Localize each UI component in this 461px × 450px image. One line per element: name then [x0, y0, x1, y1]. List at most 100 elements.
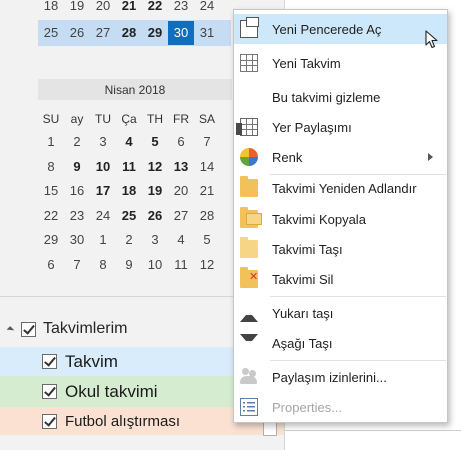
menu-item-move-calendar[interactable]: Takvimi Taşı	[234, 234, 447, 264]
menu-item-open-in-new-window[interactable]: Yeni Pencerede Aç	[234, 14, 447, 44]
scrollbar-thumb[interactable]	[263, 422, 277, 436]
day-cell[interactable]: 3	[142, 228, 168, 253]
day-cell[interactable]: 2	[116, 228, 142, 253]
menu-item-overlay[interactable]: Yer Paylaşımı	[234, 112, 447, 142]
day-cell[interactable]: 7	[64, 253, 90, 278]
day-cell[interactable]: 3	[90, 130, 116, 155]
properties-icon	[240, 398, 258, 416]
menu-item-label: Aşağı Taşı	[272, 335, 333, 351]
day-cell[interactable]: 28	[194, 204, 220, 229]
day-cell[interactable]: 22	[142, 0, 168, 18]
menu-separator	[270, 360, 446, 361]
menu-item-hide-calendar[interactable]: Bu takvimi gizleme	[234, 82, 447, 112]
today-cell[interactable]: 30	[168, 21, 194, 45]
day-cell[interactable]: 4	[116, 130, 142, 155]
day-cell[interactable]: 21	[194, 179, 220, 204]
day-cell[interactable]: 27	[90, 21, 116, 45]
day-cell[interactable]: 18	[38, 0, 64, 18]
day-cell[interactable]: 25	[38, 21, 64, 45]
menu-item-label: Takvimi Taşı	[272, 241, 343, 257]
mouse-cursor-icon	[425, 30, 438, 49]
day-cell[interactable]: 30	[64, 228, 90, 253]
day-cell[interactable]: 21	[116, 0, 142, 18]
day-cell[interactable]: 14	[194, 155, 220, 180]
day-cell[interactable]: 6	[38, 253, 64, 278]
day-cell[interactable]: 1	[90, 228, 116, 253]
day-cell[interactable]: 31	[194, 21, 220, 45]
day-cell[interactable]: 1	[38, 130, 64, 155]
day-cell[interactable]: 24	[90, 204, 116, 229]
day-cell[interactable]: 8	[90, 253, 116, 278]
day-cell[interactable]: 24	[194, 0, 220, 18]
day-cell[interactable]: 8	[38, 155, 64, 180]
menu-item-color[interactable]: Renk	[234, 142, 447, 172]
month-title[interactable]: Nisan 2018	[38, 83, 232, 97]
day-cell[interactable]: 16	[64, 179, 90, 204]
day-cell[interactable]: 28	[116, 21, 142, 45]
menu-item-rename-calendar[interactable]: Takvimi Yeniden Adlandır	[234, 173, 447, 203]
mini-calendar-april: 1 2 3 4 5 6 7 8 9 10 11 12 13 14 15 16 17 18 19 20 21 22 23 24 2…	[38, 130, 220, 277]
menu-item-move-up[interactable]: Yukarı taşı	[234, 298, 447, 328]
day-cell[interactable]: 20	[168, 179, 194, 204]
menu-item-label: Yeni Takvim	[272, 55, 341, 71]
day-cell[interactable]: 23	[64, 204, 90, 229]
day-cell[interactable]: 7	[194, 130, 220, 155]
weekday-label: FR	[173, 112, 189, 126]
day-cell[interactable]: 23	[168, 0, 194, 18]
sharing-permissions-icon	[240, 368, 258, 386]
day-cell[interactable]: 18	[116, 179, 142, 204]
menu-item-label: Properties...	[272, 399, 343, 415]
view-divider	[285, 430, 461, 431]
day-cell[interactable]: 19	[64, 0, 90, 18]
day-cell[interactable]: 4	[168, 228, 194, 253]
day-cell[interactable]: 29	[142, 21, 168, 45]
day-cell[interactable]: 22	[38, 204, 64, 229]
day-cell[interactable]: 10	[90, 155, 116, 180]
day-cell[interactable]: 12	[194, 253, 220, 278]
day-cell[interactable]: 5	[194, 228, 220, 253]
day-cell[interactable]: 19	[142, 179, 168, 204]
day-cell[interactable]: 27	[168, 204, 194, 229]
day-cell[interactable]: 10	[142, 253, 168, 278]
move-folder-icon	[240, 237, 258, 258]
day-cell[interactable]: 17	[90, 179, 116, 204]
overlay-icon	[236, 118, 258, 136]
day-cell[interactable]: 11	[116, 155, 142, 180]
calendar-checkbox[interactable]	[42, 354, 57, 369]
day-cell[interactable]: 29	[38, 228, 64, 253]
day-cell[interactable]: 25	[116, 204, 142, 229]
calendar-group-header[interactable]: Takvimlerim	[6, 318, 127, 340]
day-cell[interactable]: 26	[64, 21, 90, 45]
day-cell[interactable]: 20	[90, 0, 116, 18]
menu-item-new-calendar[interactable]: Yeni Takvim	[234, 48, 447, 78]
calendar-checkbox[interactable]	[42, 384, 57, 399]
day-cell[interactable]: 13	[168, 155, 194, 180]
menu-item-move-down[interactable]: Aşağı Taşı	[234, 328, 447, 358]
collapse-caret-icon[interactable]	[6, 326, 15, 334]
delete-folder-icon	[240, 267, 258, 288]
day-cell[interactable]: 15	[38, 179, 64, 204]
menu-item-copy-calendar[interactable]: Takvimi Kopyala	[234, 204, 447, 234]
day-cell[interactable]: 9	[64, 155, 90, 180]
menu-item-delete-calendar[interactable]: Takvimi Sil	[234, 264, 447, 294]
menu-item-label: Renk	[272, 149, 303, 165]
day-cell[interactable]: 6	[168, 130, 194, 155]
group-checkbox[interactable]	[21, 321, 36, 337]
weekday-label: Ça	[121, 112, 137, 126]
calendar-item-label: Takvim	[65, 351, 118, 371]
day-cell[interactable]: 9	[116, 253, 142, 278]
mini-calendar-prev-week: 18 19 20 21 22 23 24	[38, 0, 220, 18]
menu-separator	[270, 296, 446, 297]
weekday-label: SU	[42, 112, 60, 126]
day-cell[interactable]: 26	[142, 204, 168, 229]
menu-item-label: Yukarı taşı	[272, 305, 334, 321]
day-cell[interactable]: 2	[64, 130, 90, 155]
day-cell[interactable]: 11	[168, 253, 194, 278]
new-calendar-icon	[240, 54, 258, 72]
calendar-checkbox[interactable]	[42, 413, 57, 429]
menu-item-sharing-permissions[interactable]: Paylaşım izinlerini...	[234, 362, 447, 392]
weekday-label: ay	[70, 112, 84, 126]
day-cell[interactable]: 5	[142, 130, 168, 155]
color-icon	[240, 148, 258, 166]
day-cell[interactable]: 12	[142, 155, 168, 180]
